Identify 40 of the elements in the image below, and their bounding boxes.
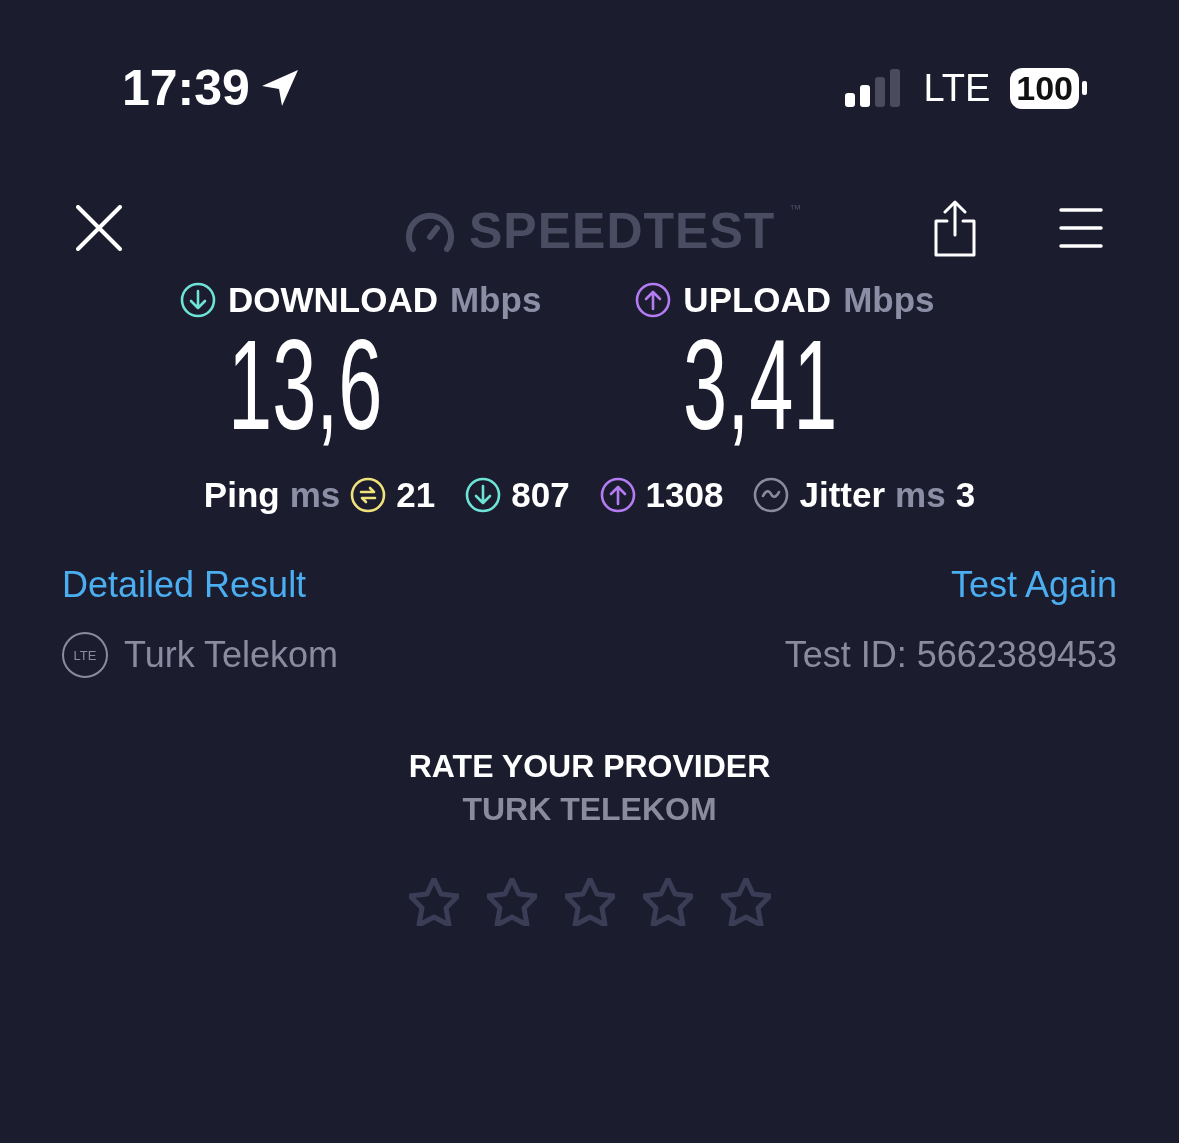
jitter-icon — [753, 477, 790, 513]
test-again-link[interactable]: Test Again — [950, 564, 1117, 606]
metric-value: 21 — [396, 475, 436, 515]
metric-unit: ms — [289, 475, 341, 515]
speed-unit: Mbps — [449, 280, 542, 320]
network-type: LTE — [923, 66, 991, 110]
star-icon[interactable] — [720, 878, 771, 926]
trademark: ™ — [789, 202, 802, 216]
menu-icon[interactable] — [1059, 206, 1103, 250]
star-icon[interactable] — [564, 878, 615, 926]
star-icon[interactable] — [408, 878, 459, 926]
upload-icon — [599, 477, 636, 513]
detailed-result-link[interactable]: Detailed Result — [62, 564, 307, 606]
download-icon — [465, 477, 502, 513]
metric-value: 3 — [955, 475, 976, 515]
download-icon — [180, 282, 216, 318]
star-icon[interactable] — [486, 878, 537, 926]
speed-label: DOWNLOAD — [228, 280, 438, 320]
rate-provider: TURK TELEKOM — [462, 791, 717, 828]
speed-label: UPLOAD — [683, 280, 832, 320]
lte-badge: LTE — [62, 632, 108, 678]
metric-value: 807 — [511, 475, 570, 515]
metric-label: Jitter — [799, 475, 886, 515]
speed-value: 13,6 — [228, 320, 384, 450]
rate-title: RATE YOUR PROVIDER — [408, 748, 771, 785]
battery-level: 100 — [1010, 67, 1079, 109]
provider-name: Turk Telekom — [124, 634, 339, 676]
ping-icon — [350, 477, 387, 513]
metric-value: 1308 — [645, 475, 724, 515]
test-id: Test ID: 5662389453 — [784, 634, 1117, 676]
metric-unit: ms — [895, 475, 946, 515]
metric-label: Ping — [203, 475, 280, 515]
speed-unit: Mbps — [843, 280, 935, 320]
close-icon[interactable] — [76, 205, 122, 251]
battery-tip-icon — [1082, 81, 1087, 95]
star-icon[interactable] — [642, 878, 693, 926]
speed-value: 3,41 — [683, 320, 839, 450]
upload-icon — [635, 282, 672, 318]
share-icon[interactable] — [933, 199, 977, 257]
status-time: 17:39 — [122, 59, 250, 117]
